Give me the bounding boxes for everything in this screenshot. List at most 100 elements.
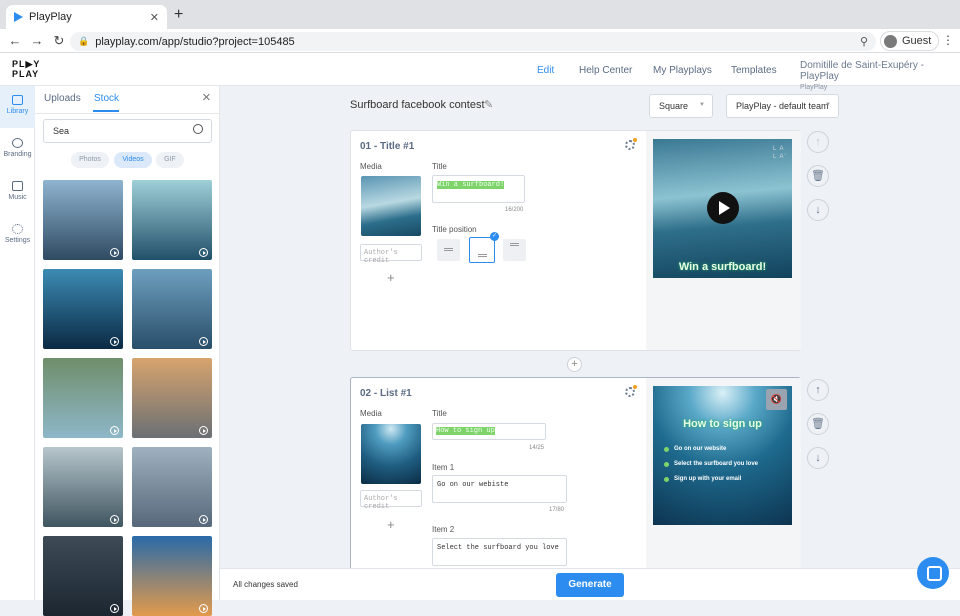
filter-videos[interactable]: Videos bbox=[114, 152, 152, 168]
scene-settings-gear-icon[interactable] bbox=[625, 385, 637, 397]
format-select[interactable]: Square ▼ bbox=[649, 94, 713, 118]
move-down-arrow-icon[interactable]: ↓ bbox=[807, 199, 829, 221]
nav-my-playplays[interactable]: My Playplays bbox=[653, 65, 712, 76]
media-thumbnail[interactable] bbox=[361, 176, 421, 236]
delete-trash-icon[interactable]: 🗑 bbox=[807, 165, 829, 187]
media-thumbnail[interactable] bbox=[361, 424, 421, 484]
browser-menu-icon[interactable]: ⋮ bbox=[942, 33, 954, 47]
generate-button[interactable]: Generate bbox=[556, 573, 624, 597]
scene-settings-gear-icon[interactable] bbox=[625, 138, 637, 150]
title-input[interactable]: How to sign up bbox=[432, 423, 546, 440]
image-icon bbox=[12, 95, 23, 105]
scene-card-list[interactable]: 02 - List #1 Media Author's credit + Tit… bbox=[350, 377, 801, 577]
preview-list-item: Sign up with your email bbox=[664, 476, 741, 482]
stock-video-thumbnail[interactable] bbox=[132, 536, 212, 616]
logo-line-1: PL▶Y bbox=[12, 59, 41, 69]
video-preview[interactable]: 🔇 How to sign up Go on our website Selec… bbox=[653, 386, 792, 525]
item1-char-count: 17/80 bbox=[549, 507, 565, 513]
item1-label: Item 1 bbox=[432, 463, 455, 472]
library-panel: Uploads Stock × Sea Photos Videos GIF bbox=[35, 86, 220, 616]
stock-video-thumbnail[interactable] bbox=[43, 536, 123, 616]
user-name: Domitille de Saint-Exupéry - PlayPlay bbox=[800, 60, 924, 82]
stock-video-thumbnail[interactable] bbox=[132, 269, 212, 349]
add-media-plus-icon[interactable]: + bbox=[387, 270, 395, 285]
stock-video-thumbnail[interactable] bbox=[43, 180, 123, 260]
preview-pane: L A L A' Win a surfboard! bbox=[646, 131, 801, 350]
watermark-line-2: L A' bbox=[773, 154, 787, 160]
tab-stock[interactable]: Stock bbox=[94, 93, 119, 104]
watermark: L A L A' bbox=[773, 145, 787, 161]
back-arrow-icon[interactable]: ← bbox=[4, 33, 26, 48]
play-icon bbox=[110, 337, 119, 346]
stock-video-thumbnail[interactable] bbox=[43, 447, 123, 527]
nav-edit[interactable]: Edit bbox=[537, 65, 554, 76]
play-icon bbox=[110, 426, 119, 435]
user-org: PlayPlay bbox=[800, 84, 828, 91]
search-input[interactable]: Sea bbox=[43, 119, 212, 143]
notification-dot bbox=[633, 385, 637, 389]
url-text: playplay.com/app/studio?project=105485 bbox=[95, 35, 295, 48]
tab-uploads[interactable]: Uploads bbox=[44, 93, 81, 104]
title-position-top-button[interactable] bbox=[503, 239, 526, 261]
title-input-value: Win a surfboard! bbox=[437, 181, 505, 189]
sidebar-item-branding[interactable]: Branding bbox=[0, 129, 35, 171]
title-position-bottom-button[interactable]: ✓ bbox=[469, 232, 499, 263]
move-down-arrow-icon[interactable]: ↓ bbox=[807, 447, 829, 469]
title-input[interactable]: Win a surfboard! bbox=[432, 175, 525, 203]
reload-icon[interactable]: ↻ bbox=[48, 33, 70, 49]
stock-video-thumbnail[interactable] bbox=[132, 447, 212, 527]
nav-help-center[interactable]: Help Center bbox=[579, 65, 632, 76]
preview-list-title: How to sign up bbox=[683, 418, 762, 430]
filter-gif[interactable]: GIF bbox=[156, 152, 184, 168]
new-tab-plus-icon[interactable]: + bbox=[174, 6, 183, 24]
forward-arrow-icon[interactable]: → bbox=[26, 33, 48, 48]
play-icon bbox=[110, 248, 119, 257]
add-media-plus-icon[interactable]: + bbox=[387, 517, 395, 532]
stock-video-thumbnail[interactable] bbox=[43, 358, 123, 438]
title-label: Title bbox=[432, 162, 447, 171]
user-menu[interactable]: Domitille de Saint-Exupéry - PlayPlay Pl… bbox=[800, 60, 960, 91]
chat-support-icon[interactable] bbox=[917, 557, 949, 589]
playplay-logo[interactable]: PL▶Y PLAY bbox=[12, 59, 40, 79]
stock-video-thumbnail[interactable] bbox=[132, 358, 212, 438]
app-header: PL▶Y PLAY Edit Help Center My Playplays … bbox=[0, 53, 960, 91]
filter-photos[interactable]: Photos bbox=[71, 152, 109, 168]
move-up-arrow-icon[interactable]: ↑ bbox=[807, 131, 829, 153]
author-credit-input[interactable]: Author's credit bbox=[360, 244, 422, 265]
sidebar-item-music[interactable]: Music bbox=[0, 172, 35, 214]
sidebar-item-settings[interactable]: Settings bbox=[0, 215, 35, 257]
play-icon bbox=[199, 248, 208, 257]
zoom-search-icon[interactable]: ⚲ bbox=[860, 35, 868, 48]
stock-video-thumbnail[interactable] bbox=[132, 180, 212, 260]
scene-card-title[interactable]: 01 - Title #1 Media Author's credit + Ti… bbox=[350, 130, 801, 351]
add-scene-plus-icon[interactable]: + bbox=[567, 357, 582, 372]
play-icon bbox=[199, 426, 208, 435]
profile-button[interactable]: Guest bbox=[880, 31, 940, 51]
delete-trash-icon[interactable]: 🗑 bbox=[807, 413, 829, 435]
search-icon[interactable] bbox=[193, 124, 203, 134]
checkmark-icon: ✓ bbox=[490, 232, 499, 241]
team-select[interactable]: PlayPlay - default team ▼ bbox=[726, 94, 839, 118]
title-position-middle-button[interactable] bbox=[437, 239, 460, 261]
mute-icon[interactable]: 🔇 bbox=[766, 389, 787, 410]
browser-tab[interactable]: PlayPlay ✕ bbox=[6, 5, 167, 29]
nav-templates[interactable]: Templates bbox=[731, 65, 777, 76]
author-credit-input[interactable]: Author's credit bbox=[360, 490, 422, 511]
sidebar-item-library[interactable]: Library bbox=[0, 86, 35, 128]
item1-input[interactable]: Go on our webiste bbox=[432, 475, 567, 503]
stock-video-thumbnail[interactable] bbox=[43, 269, 123, 349]
lock-icon: 🔒 bbox=[78, 36, 90, 46]
close-panel-icon[interactable]: × bbox=[202, 89, 211, 106]
sidebar-item-label: Music bbox=[8, 194, 27, 201]
bullet-icon bbox=[664, 446, 669, 452]
preview-list-item: Go on our website bbox=[664, 446, 726, 452]
edit-pencil-icon[interactable]: ✎ bbox=[484, 98, 493, 111]
browser-tab-strip: PlayPlay ✕ + bbox=[0, 0, 960, 29]
close-tab-icon[interactable]: ✕ bbox=[150, 11, 159, 24]
play-icon[interactable] bbox=[707, 192, 739, 224]
project-title[interactable]: Surfboard facebook contest bbox=[350, 99, 485, 111]
item2-input[interactable]: Select the surfboard you love bbox=[432, 538, 567, 566]
address-bar[interactable]: 🔒 playplay.com/app/studio?project=105485… bbox=[70, 32, 876, 51]
video-preview[interactable]: L A L A' Win a surfboard! bbox=[653, 139, 792, 278]
move-up-arrow-icon[interactable]: ↑ bbox=[807, 379, 829, 401]
